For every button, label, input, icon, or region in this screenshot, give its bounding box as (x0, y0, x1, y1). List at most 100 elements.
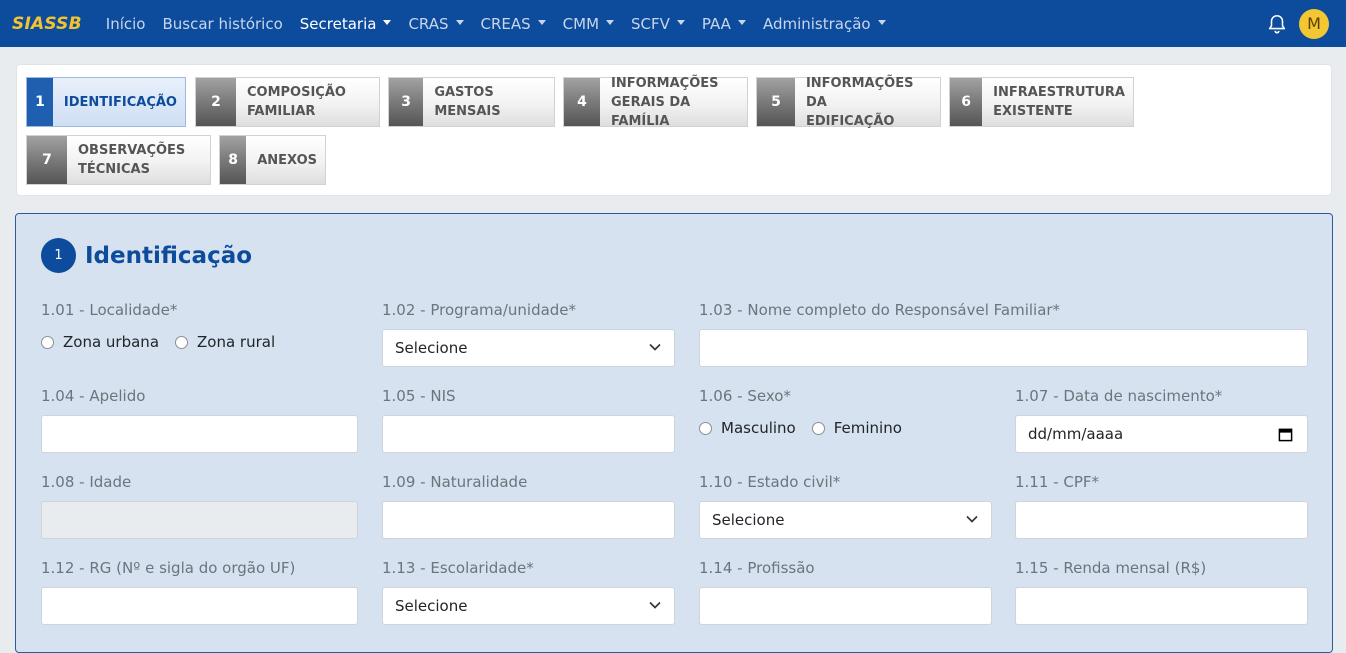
masculino-radio[interactable]: Masculino (699, 419, 796, 437)
escolaridade-value: Selecione (395, 597, 468, 615)
brand-logo[interactable]: SIASSB (12, 14, 82, 34)
radio-circle-icon[interactable] (699, 421, 712, 435)
step-identificacao[interactable]: 1 Identificação (26, 77, 186, 127)
step-label-line2: edificação (805, 113, 895, 129)
apelido-label: 1.04 - Apelido (41, 387, 146, 405)
calendar-icon[interactable] (1278, 427, 1293, 442)
step-number: 5 (757, 78, 795, 126)
step-observacoes-tecnicas[interactable]: 7 Observações técnicas (26, 135, 211, 185)
nav-secretaria-dropdown[interactable]: Secretaria (300, 15, 392, 33)
naturalidade-label: 1.09 - Naturalidade (382, 473, 528, 491)
step-informacoes-edificacao[interactable]: 5 Informações da edificação (756, 75, 941, 129)
step-label-line1: Observações (78, 143, 186, 158)
apelido-input[interactable] (41, 415, 358, 453)
step-number: 6 (950, 78, 983, 126)
nis-input[interactable] (382, 415, 675, 453)
zona-rural-label: Zona rural (197, 333, 276, 351)
nav-administracao-dropdown[interactable]: Administração (763, 15, 886, 33)
data-nascimento-value: dd/mm/aaaa (1028, 425, 1124, 443)
sexo-radio-group: Masculino Feminino (699, 419, 918, 437)
step-label: Composição familiar (236, 78, 354, 126)
chevron-down-icon (649, 601, 661, 609)
escolaridade-select[interactable]: Selecione (382, 587, 675, 625)
nav-paa-label: PAA (701, 14, 731, 33)
avatar[interactable]: M (1299, 8, 1329, 39)
step-label-line1: Anexos (257, 152, 317, 168)
step-label: Identificação (53, 78, 185, 126)
idade-input (41, 501, 358, 539)
step-label-line1: Informações da (805, 75, 914, 110)
nav-buscar-historico[interactable]: Buscar histórico (162, 15, 282, 33)
nome-responsavel-label: 1.03 - Nome completo do Responsável Fami… (699, 301, 1061, 319)
nav-inicio[interactable]: Início (106, 15, 146, 33)
nome-responsavel-input[interactable] (699, 329, 1308, 367)
section-number-badge: 1 (41, 238, 76, 273)
step-label-line1: Infraestrutura (993, 85, 1125, 100)
step-anexos[interactable]: 8 Anexos (219, 135, 326, 185)
step-label-line1: Gastos mensais (434, 85, 501, 119)
nav-cmm-dropdown[interactable]: CMM (562, 14, 615, 33)
renda-mensal-input[interactable] (1015, 587, 1308, 625)
estado-civil-value: Selecione (712, 511, 785, 529)
step-label-line2: gerais da família (611, 94, 691, 129)
renda-mensal-label: 1.15 - Renda mensal (R$) (1015, 559, 1207, 577)
radio-circle-icon[interactable] (811, 421, 825, 435)
cpf-label: 1.11 - CPF* (1015, 473, 1099, 491)
idade-label: 1.08 - Idade (41, 473, 132, 491)
masculino-label: Masculino (721, 419, 796, 437)
cpf-input[interactable] (1015, 501, 1308, 539)
caret-down-icon (676, 20, 685, 25)
zona-urbana-radio[interactable]: Zona urbana (41, 333, 159, 351)
step-label-line2: familiar (247, 104, 316, 119)
nav-cmm-label: CMM (562, 14, 600, 33)
step-informacoes-gerais[interactable]: 4 Informações gerais da família (563, 76, 748, 129)
step-label-line2: técnicas (78, 162, 150, 177)
step-number: 2 (196, 78, 236, 126)
escolaridade-label: 1.13 - Escolaridade* (382, 559, 534, 577)
caret-down-icon (877, 20, 886, 25)
step-label: Informações gerais da família (600, 76, 747, 129)
bell-icon[interactable] (1266, 13, 1288, 35)
radio-circle-icon[interactable] (41, 335, 54, 349)
section-heading: 1 Identificação (41, 238, 252, 273)
zona-rural-radio[interactable]: Zona rural (175, 333, 275, 351)
estado-civil-label: 1.10 - Estado civil* (699, 473, 841, 491)
nav-creas-label: CREAS (480, 14, 531, 33)
nav-secretaria-label: Secretaria (299, 14, 377, 33)
data-nascimento-input[interactable]: dd/mm/aaaa (1015, 415, 1308, 453)
rg-input[interactable] (41, 587, 358, 625)
programa-unidade-label: 1.02 - Programa/unidade* (382, 301, 577, 319)
step-label-line2: existente (993, 104, 1073, 119)
nav-cras-dropdown[interactable]: CRAS (408, 14, 464, 33)
top-navbar: SIASSB Início Buscar histórico Secretari… (0, 0, 1346, 47)
programa-unidade-select[interactable]: Selecione (382, 329, 675, 367)
nav-administracao-label: Administração (762, 14, 871, 33)
naturalidade-input[interactable] (382, 501, 675, 539)
profissao-input[interactable] (699, 587, 992, 625)
caret-down-icon (383, 20, 392, 25)
step-label: Anexos (246, 136, 325, 184)
chevron-down-icon (649, 343, 661, 351)
step-infraestrutura[interactable]: 6 Infraestrutura existente (949, 77, 1134, 127)
step-gastos-mensais[interactable]: 3 Gastos mensais (388, 77, 555, 127)
steps-card: 1 Identificação 2 Composição familiar 3 G… (16, 64, 1332, 196)
caret-down-icon (606, 20, 615, 25)
step-label: Gastos mensais (423, 78, 554, 126)
localidade-label: 1.01 - Localidade* (41, 301, 178, 319)
step-label: Infraestrutura existente (982, 78, 1133, 126)
step-number: 7 (27, 136, 67, 184)
radio-circle-icon[interactable] (175, 335, 189, 349)
nav-paa-dropdown[interactable]: PAA (702, 15, 746, 33)
nav-creas-dropdown[interactable]: CREAS (481, 15, 546, 33)
section-title: Identificação (85, 242, 253, 269)
nav-scfv-dropdown[interactable]: SCFV (631, 15, 685, 33)
zona-urbana-label: Zona urbana (63, 333, 160, 351)
step-label: Observações técnicas (67, 136, 193, 184)
caret-down-icon (737, 20, 746, 25)
chevron-down-icon (966, 515, 978, 523)
step-composicao-familiar[interactable]: 2 Composição familiar (195, 77, 380, 127)
feminino-radio[interactable]: Feminino (811, 419, 902, 437)
nav-cras-label: CRAS (408, 14, 449, 33)
step-label-line1: Identificação (63, 94, 177, 110)
estado-civil-select[interactable]: Selecione (699, 501, 992, 539)
